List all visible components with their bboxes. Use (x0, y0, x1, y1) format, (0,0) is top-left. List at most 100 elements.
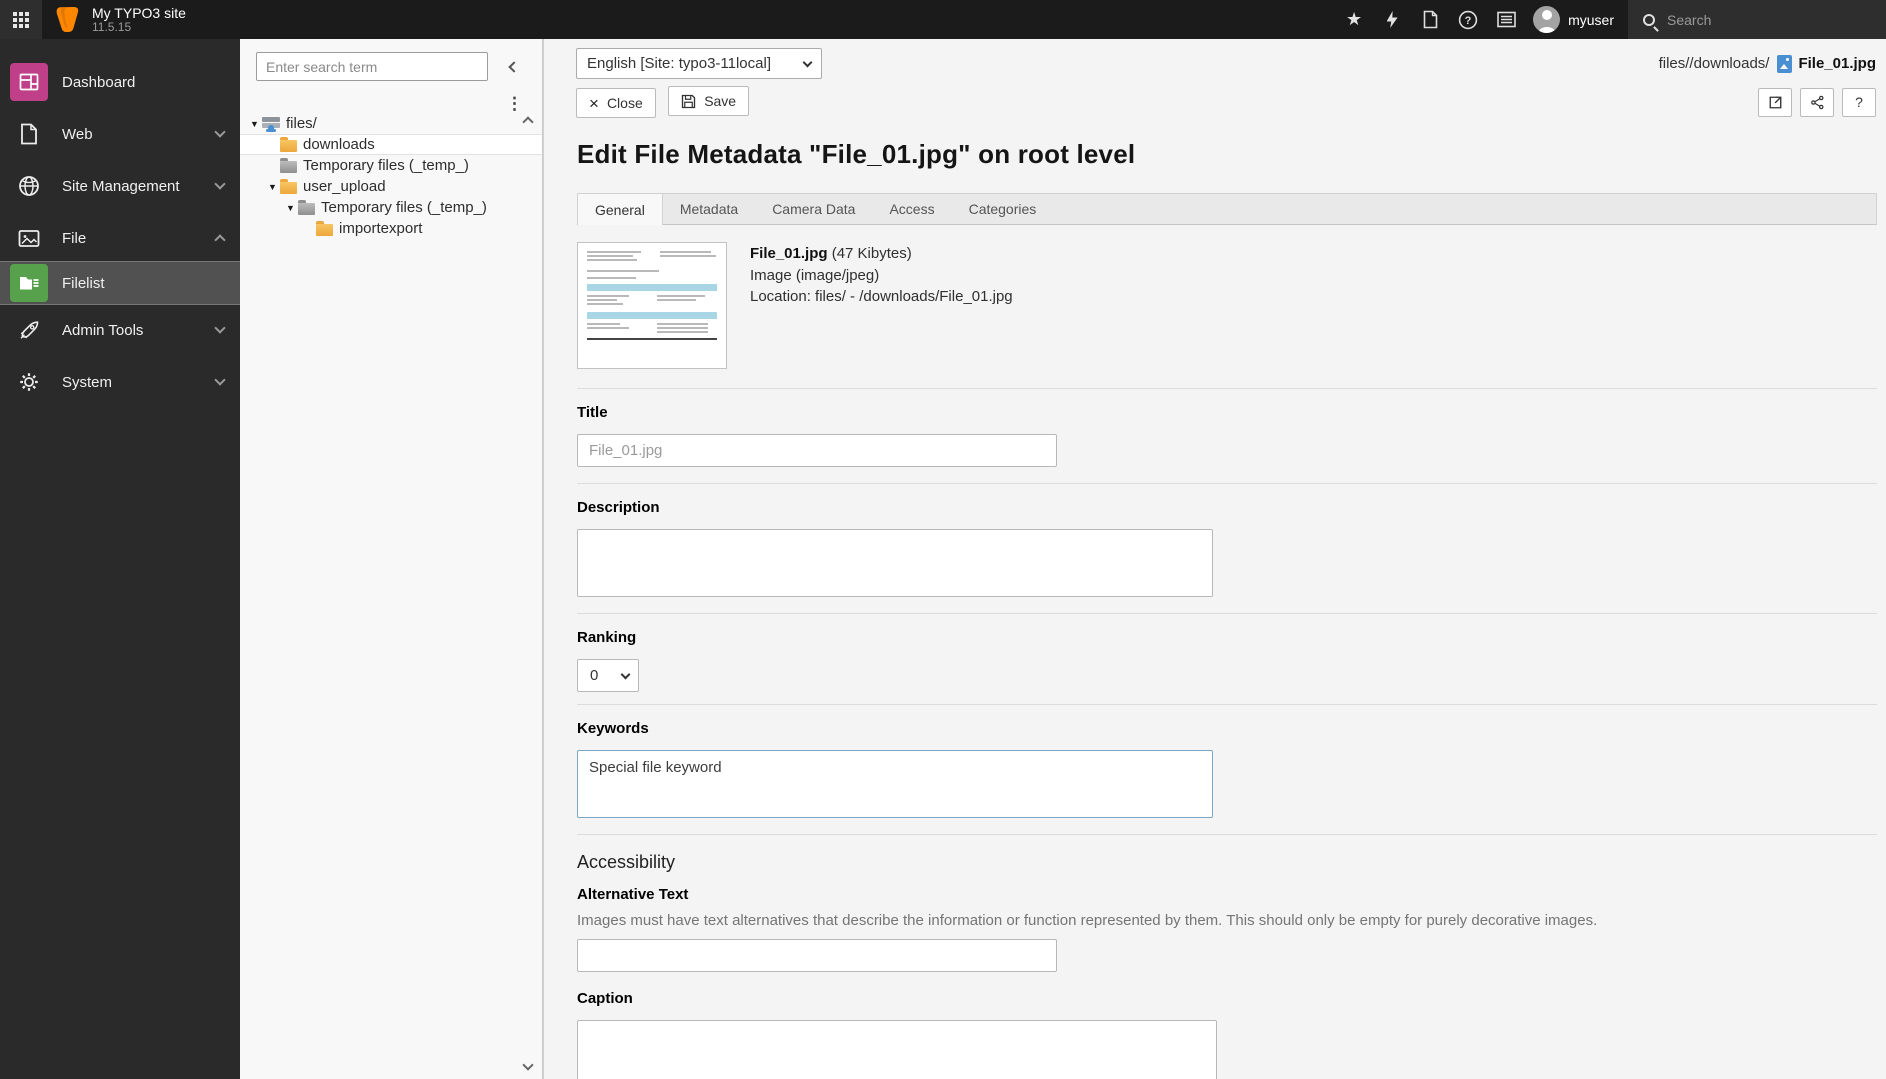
tree-search-input[interactable] (256, 52, 488, 81)
file-mime: Image (image/jpeg) (750, 266, 880, 284)
grid-icon (13, 11, 29, 28)
expand-arrow-icon[interactable]: ▼ (283, 203, 298, 213)
tree-node-downloads[interactable]: downloads (240, 134, 542, 155)
sidebar-item-admin-tools[interactable]: Admin Tools (0, 307, 240, 353)
alternative-text-help: Images must have text alternatives that … (577, 912, 1598, 929)
topbar-search[interactable]: Search (1628, 0, 1886, 39)
field-keywords: Keywords Special file keyword (577, 704, 1877, 834)
chevron-up-icon (214, 234, 226, 246)
sidebar-item-file[interactable]: File (0, 215, 240, 261)
alternative-text-input[interactable] (577, 939, 1057, 972)
tree-node-importexport[interactable]: importexport (240, 218, 542, 239)
site-name: My TYPO3 site (92, 4, 186, 21)
tab-metadata[interactable]: Metadata (663, 194, 755, 224)
external-link-icon (1769, 96, 1781, 108)
bolt-icon (1386, 11, 1398, 28)
tree-node-user-upload[interactable]: ▼ user_upload (240, 176, 542, 197)
search-placeholder: Search (1667, 11, 1712, 28)
save-icon (682, 94, 696, 108)
dashboard-icon (10, 63, 48, 101)
field-description: Description (577, 483, 1877, 613)
close-icon: × (589, 93, 599, 113)
description-textarea[interactable] (577, 529, 1213, 597)
alternative-text-label: Alternative Text (577, 886, 689, 903)
field-title: Title (577, 388, 1877, 483)
main-content: English [Site: typo3-11local] files//dow… (543, 39, 1886, 1079)
title-input[interactable] (577, 434, 1057, 467)
gear-icon (10, 363, 48, 401)
chevron-down-icon (522, 1059, 534, 1071)
help-menu-button[interactable]: ? (1449, 0, 1487, 39)
sidebar-item-dashboard[interactable]: Dashboard (0, 59, 240, 105)
image-icon (10, 219, 48, 257)
tree-scroll-down[interactable] (522, 1059, 536, 1073)
keywords-textarea[interactable]: Special file keyword (577, 750, 1213, 818)
system-information-button[interactable] (1487, 0, 1525, 39)
modules-menu-button[interactable] (0, 0, 42, 39)
close-button[interactable]: × Close (576, 88, 656, 118)
sidebar-item-system[interactable]: System (0, 359, 240, 405)
tab-bar: General Metadata Camera Data Access Cate… (577, 193, 1877, 225)
collapse-tree-button[interactable] (504, 57, 524, 77)
chevron-up-icon (522, 116, 534, 128)
chevron-down-icon (214, 322, 226, 334)
page-title: Edit File Metadata "File_01.jpg" on root… (577, 139, 1136, 169)
tab-general[interactable]: General (578, 193, 663, 225)
sidebar-item-label: Admin Tools (62, 321, 144, 339)
page-icon (10, 115, 48, 153)
language-select[interactable]: English [Site: typo3-11local] (576, 48, 822, 79)
image-file-icon (1777, 54, 1793, 73)
accessibility-heading: Accessibility (577, 852, 676, 872)
filelist-folder-icon (10, 264, 48, 302)
share-icon (1810, 95, 1824, 109)
sidebar-item-site-management[interactable]: Site Management (0, 163, 240, 209)
username: myuser (1568, 11, 1614, 28)
sidebar-item-label: Dashboard (62, 73, 136, 91)
breadcrumb: files//downloads/ File_01.jpg (1659, 54, 1876, 73)
field-ranking: Ranking 0 (577, 613, 1877, 704)
clear-cache-button[interactable] (1373, 0, 1411, 39)
open-in-new-window-button[interactable] (1758, 87, 1792, 117)
save-button[interactable]: Save (668, 86, 750, 116)
tab-access[interactable]: Access (872, 194, 951, 224)
file-tree-panel: ⋮ ▼ files/ downloads Temporary files (_t… (240, 39, 543, 1079)
sidebar-item-filelist[interactable]: Filelist (0, 261, 240, 305)
tree-node-user-upload-temp[interactable]: ▼ Temporary files (_temp_) (240, 197, 542, 218)
folder-icon (298, 199, 315, 215)
tree-options-kebab-icon[interactable]: ⋮ (506, 94, 523, 114)
file-location: Location: files/ - /downloads/File_01.jp… (750, 288, 1013, 306)
tree-node-files-root[interactable]: ▼ files/ (240, 113, 542, 134)
globe-icon (10, 167, 48, 205)
sidebar-item-label: Web (62, 125, 93, 143)
user-menu-button[interactable]: myuser (1525, 0, 1628, 39)
tree-node-temp[interactable]: Temporary files (_temp_) (240, 155, 542, 176)
folder-icon (280, 157, 297, 173)
search-icon (1643, 13, 1655, 26)
expand-arrow-icon[interactable]: ▼ (265, 182, 280, 192)
user-avatar (1533, 6, 1561, 33)
section-accessibility: Accessibility Alternative Text Images mu… (577, 834, 1877, 1079)
folder-icon (280, 178, 297, 194)
tab-camera-data[interactable]: Camera Data (755, 194, 872, 224)
folder-icon (316, 220, 333, 236)
file-info: File_01.jpg (47 Kibytes) Image (image/jp… (577, 225, 1877, 388)
share-button[interactable] (1800, 87, 1834, 117)
bookmarks-button[interactable]: ★ (1335, 0, 1373, 39)
caption-textarea[interactable] (577, 1020, 1217, 1079)
file-thumbnail (577, 242, 727, 369)
folder-icon (280, 136, 297, 152)
tree-scroll-up[interactable] (522, 114, 536, 128)
help-button[interactable]: ? (1842, 87, 1876, 117)
ranking-label: Ranking (577, 629, 637, 646)
opened-documents-button[interactable] (1411, 0, 1449, 39)
expand-arrow-icon[interactable]: ▼ (247, 119, 262, 129)
breadcrumb-file[interactable]: File_01.jpg (1798, 55, 1876, 72)
breadcrumb-path[interactable]: files//downloads/ (1659, 55, 1770, 72)
chevron-down-icon (214, 374, 226, 386)
ranking-select[interactable]: 0 (577, 659, 639, 692)
sidebar-item-web[interactable]: Web (0, 111, 240, 157)
tab-categories[interactable]: Categories (952, 194, 1054, 224)
help-icon: ? (1458, 10, 1478, 29)
sidebar-item-label: Filelist (62, 274, 105, 292)
chevron-left-icon (508, 60, 520, 73)
